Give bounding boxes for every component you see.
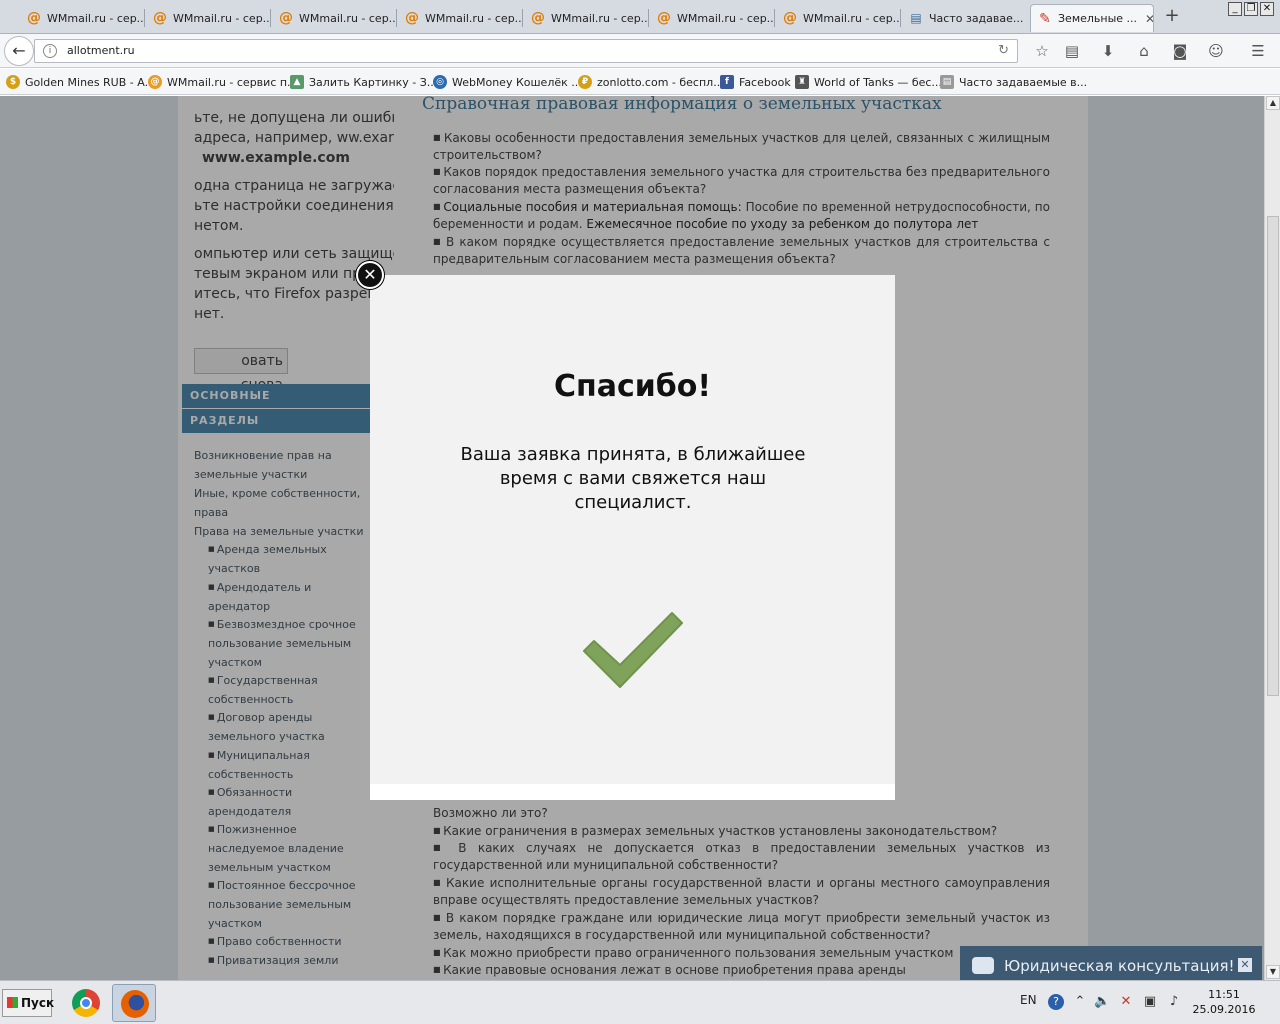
firefox-icon bbox=[121, 990, 149, 1018]
bookmark-world-of-tanks[interactable]: ♜ World of Tanks — бес... bbox=[795, 74, 942, 90]
home-icon[interactable]: ⌂ bbox=[1135, 42, 1153, 60]
document-icon: ▤ bbox=[940, 75, 954, 89]
tab-wmmail-4[interactable]: @ WMmail.ru - сер... bbox=[398, 4, 522, 32]
bookmarks-list-icon[interactable]: ▤ bbox=[1063, 42, 1081, 60]
at-sign-icon: @ bbox=[27, 10, 41, 26]
shield-icon: ♜ bbox=[795, 75, 809, 89]
scroll-down-arrow-icon[interactable]: ▼ bbox=[1266, 965, 1280, 979]
tab-strip: @ WMmail.ru - сер... @ WMmail.ru - сер... … bbox=[0, 0, 1280, 34]
tab-wmmail-1[interactable]: @ WMmail.ru - сер... bbox=[20, 4, 144, 32]
language-indicator[interactable]: EN bbox=[1020, 993, 1037, 1007]
new-tab-button[interactable]: + bbox=[1160, 6, 1184, 28]
tray-expand-icon[interactable]: ⌃ bbox=[1072, 994, 1088, 1010]
tab-wmmail-2[interactable]: @ WMmail.ru - сер... bbox=[146, 4, 270, 32]
at-sign-icon: @ bbox=[153, 10, 167, 26]
speaker-muted-icon[interactable]: 🔈 bbox=[1094, 994, 1110, 1010]
chrome-icon bbox=[72, 989, 100, 1017]
help-icon[interactable]: ? bbox=[1048, 994, 1064, 1010]
tab-wmmail-5[interactable]: @ WMmail.ru - сер... bbox=[524, 4, 648, 32]
close-tab-icon[interactable]: ✕ bbox=[1145, 12, 1153, 26]
reload-icon[interactable]: ↻ bbox=[998, 43, 1009, 58]
at-sign-icon: @ bbox=[657, 10, 671, 26]
bookmark-wmmail[interactable]: @ WMmail.ru - сервис п... bbox=[148, 74, 298, 90]
start-button[interactable]: Пуск bbox=[2, 989, 54, 1017]
chrome-taskbar-button[interactable] bbox=[64, 984, 108, 1022]
facebook-icon: f bbox=[720, 75, 734, 89]
chat-bubble-icon bbox=[972, 957, 994, 974]
at-sign-icon: @ bbox=[405, 10, 419, 26]
minimize-button[interactable]: _ bbox=[1228, 2, 1242, 16]
modal-message: Ваша заявка принята, в ближайшее время с… bbox=[460, 444, 806, 513]
chat-close-icon[interactable]: ✕ bbox=[1238, 958, 1252, 972]
tab-land-active[interactable]: ✎Земельные ...✕ bbox=[1030, 4, 1154, 32]
thank-you-modal: Спасибо! Ваша заявка принята, в ближайше… bbox=[370, 275, 895, 800]
vertical-scrollbar[interactable]: ▲ ▼ bbox=[1264, 96, 1280, 980]
url-text: allotment.ru bbox=[67, 44, 135, 57]
chat-hello-icon[interactable]: ☺ bbox=[1207, 42, 1225, 60]
network-error-icon[interactable]: ✕ bbox=[1118, 994, 1134, 1010]
at-sign-icon: @ bbox=[783, 10, 797, 26]
bookmark-image-upload[interactable]: ▲ Залить Картинку - З... bbox=[290, 74, 437, 90]
pocket-icon[interactable]: ◙ bbox=[1171, 42, 1189, 60]
scroll-thumb[interactable] bbox=[1267, 216, 1279, 696]
system-clock[interactable]: 11:51 25.09.2016 bbox=[1192, 987, 1256, 1017]
windows-taskbar: Пуск EN ? ⌃ 🔈 ✕ ▣ ♪ 11:51 25.09.2016 bbox=[0, 980, 1280, 1024]
bookmark-zonlotto[interactable]: ₽ zonlotto.com - беспл... bbox=[578, 74, 724, 90]
picture-icon: ▲ bbox=[290, 75, 304, 89]
tab-faq[interactable]: ▤ Часто задавае... bbox=[902, 4, 1026, 32]
back-button[interactable]: ← bbox=[4, 36, 34, 66]
navigation-bar: ← i allotment.ru ↻ ☆ ▤ ⬇ ⌂ ◙ ☺ ☰ bbox=[0, 34, 1280, 68]
close-window-button[interactable]: ✕ bbox=[1260, 2, 1274, 16]
bookmark-faq[interactable]: ▤ Часто задаваемые в... bbox=[940, 74, 1087, 90]
network-icon[interactable]: ▣ bbox=[1142, 994, 1158, 1010]
firefox-taskbar-button[interactable] bbox=[112, 984, 156, 1022]
scroll-up-arrow-icon[interactable]: ▲ bbox=[1266, 96, 1280, 110]
volume-icon[interactable]: ♪ bbox=[1166, 994, 1182, 1010]
bookmark-webmoney[interactable]: ◎ WebMoney Кошелёк ... bbox=[433, 74, 582, 90]
at-sign-icon: @ bbox=[279, 10, 293, 26]
menu-icon[interactable]: ☰ bbox=[1249, 42, 1267, 60]
globe-icon: ◎ bbox=[433, 75, 447, 89]
address-bar[interactable]: i allotment.ru ↻ bbox=[34, 39, 1018, 63]
at-sign-icon: @ bbox=[148, 75, 162, 89]
ruble-coin-icon: ₽ bbox=[578, 75, 592, 89]
bookmark-star-icon[interactable]: ☆ bbox=[1033, 42, 1051, 60]
restore-button[interactable]: ❐ bbox=[1244, 2, 1258, 16]
downloads-icon[interactable]: ⬇ bbox=[1099, 42, 1117, 60]
bookmarks-bar: $ Golden Mines RUB - A... @ WMmail.ru - се… bbox=[0, 69, 1280, 95]
modal-close-button[interactable]: ✕ bbox=[356, 261, 384, 289]
clock-time: 11:51 bbox=[1208, 988, 1240, 1001]
chat-label: Юридическая консультация! bbox=[1004, 957, 1235, 975]
checkmark-icon bbox=[583, 612, 683, 688]
tab-wmmail-3[interactable]: @ WMmail.ru - сер... bbox=[272, 4, 396, 32]
tab-wmmail-7[interactable]: @ WMmail.ru - сер... bbox=[776, 4, 900, 32]
bookmark-golden-mines[interactable]: $ Golden Mines RUB - A... bbox=[6, 74, 155, 90]
pen-icon: ✎ bbox=[1039, 10, 1051, 27]
info-icon[interactable]: i bbox=[43, 44, 57, 58]
bookmark-facebook[interactable]: f Facebook bbox=[720, 74, 791, 90]
dollar-coin-icon: $ bbox=[6, 75, 20, 89]
clock-date: 25.09.2016 bbox=[1192, 1003, 1256, 1016]
tab-wmmail-6[interactable]: @ WMmail.ru - сер... bbox=[650, 4, 774, 32]
at-sign-icon: @ bbox=[531, 10, 545, 26]
document-icon: ▤ bbox=[910, 11, 922, 25]
modal-title: Спасибо! bbox=[553, 369, 712, 404]
